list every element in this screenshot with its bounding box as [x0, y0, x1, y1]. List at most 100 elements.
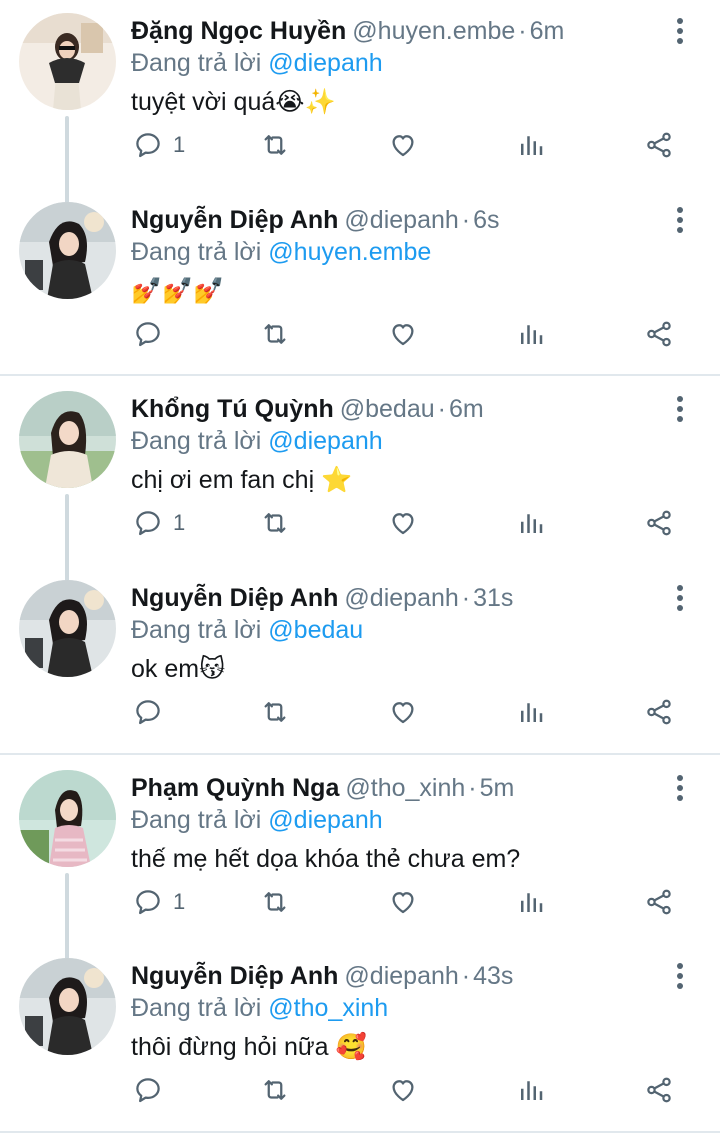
reply-button[interactable]: 1 — [133, 500, 185, 546]
more-options-icon[interactable] — [668, 392, 692, 426]
tweet[interactable]: Đặng Ngọc Huyền @huyen.embe · 6m Đang trả l… — [0, 0, 720, 204]
more-options-icon[interactable] — [668, 771, 692, 805]
tweet[interactable]: Phạm Quỳnh Nga @tho_xinh · 5m Đang trả lời … — [0, 757, 720, 961]
author-handle[interactable]: @diepanh — [344, 962, 458, 990]
retweet-button[interactable] — [260, 1067, 290, 1113]
tweet[interactable]: Nguyễn Diệp Anh @diepanh · 43s Đang trả lời… — [0, 945, 720, 1134]
separator-dot: · — [437, 395, 446, 423]
author-handle[interactable]: @diepanh — [344, 584, 458, 612]
tweet-time[interactable]: 6m — [530, 17, 565, 45]
author-handle[interactable]: @tho_xinh — [345, 774, 465, 802]
share-button[interactable] — [644, 500, 674, 546]
more-options-icon[interactable] — [668, 959, 692, 993]
like-button[interactable] — [388, 500, 418, 546]
share-button[interactable] — [644, 689, 674, 735]
like-button[interactable] — [388, 122, 418, 168]
thread-divider — [0, 1131, 720, 1133]
reply-mention[interactable]: @huyen.embe — [268, 238, 431, 266]
tweet-text-content: chị ơi em fan chị — [131, 466, 322, 494]
author-name[interactable]: Khổng Tú Quỳnh — [131, 395, 334, 423]
author-name[interactable]: Nguyễn Diệp Anh — [131, 962, 338, 990]
thread-divider — [0, 753, 720, 755]
author-handle[interactable]: @huyen.embe — [352, 17, 515, 45]
retweet-button[interactable] — [260, 500, 290, 546]
retweet-icon — [264, 513, 286, 533]
analytics-button[interactable] — [516, 879, 546, 925]
tweet-time[interactable]: 31s — [473, 584, 513, 612]
separator-dot: · — [461, 206, 471, 234]
author-handle[interactable]: @bedau — [340, 395, 435, 423]
author-name[interactable]: Nguyễn Diệp Anh — [131, 206, 338, 234]
avatar[interactable] — [19, 958, 116, 1055]
tweet[interactable]: Khổng Tú Quỳnh @bedau · 6m Đang trả lời @di… — [0, 378, 720, 582]
share-icon — [647, 321, 671, 347]
reply-button[interactable] — [133, 689, 173, 735]
retweet-icon — [264, 324, 286, 344]
reply-prefix: Đang trả lời — [131, 806, 262, 834]
share-button[interactable] — [644, 122, 674, 168]
share-button[interactable] — [644, 879, 674, 925]
analytics-button[interactable] — [516, 689, 546, 735]
tweet-header: Nguyễn Diệp Anh @diepanh · 43s — [131, 960, 513, 992]
reply-count: 1 — [173, 889, 186, 914]
reply-button[interactable]: 1 — [133, 879, 185, 925]
analytics-icon — [521, 893, 543, 912]
tweet-actions — [0, 311, 720, 357]
reply-button[interactable] — [133, 1067, 173, 1113]
author-name[interactable]: Đặng Ngọc Huyền — [131, 17, 346, 45]
retweet-icon — [264, 135, 286, 155]
analytics-icon — [521, 325, 543, 344]
analytics-button[interactable] — [516, 1067, 546, 1113]
reply-prefix: Đang trả lời — [131, 49, 262, 77]
like-button[interactable] — [388, 1067, 418, 1113]
more-options-icon[interactable] — [668, 203, 692, 237]
share-button[interactable] — [644, 1067, 674, 1113]
like-button[interactable] — [388, 311, 418, 357]
replying-to: Đang trả lời @tho_xinh — [131, 992, 388, 1024]
tweet-emoji: 💅💅💅 — [131, 276, 225, 305]
tweet[interactable]: Nguyễn Diệp Anh @diepanh · 6s Đang trả lời … — [0, 189, 720, 378]
reply-button[interactable]: 1 — [133, 122, 185, 168]
tweet-time[interactable]: 5m — [480, 774, 515, 802]
tweet-time[interactable]: 43s — [473, 962, 513, 990]
reply-mention[interactable]: @diepanh — [268, 49, 382, 77]
reply-mention[interactable]: @bedau — [268, 616, 363, 644]
avatar[interactable] — [19, 202, 116, 299]
reply-prefix: Đang trả lời — [131, 238, 262, 266]
retweet-button[interactable] — [260, 122, 290, 168]
more-options-icon[interactable] — [668, 14, 692, 48]
heart-icon — [392, 324, 414, 346]
reply-button[interactable] — [133, 311, 173, 357]
tweet-emoji: ⭐ — [321, 465, 353, 494]
analytics-button[interactable] — [516, 311, 546, 357]
tweet-time[interactable]: 6s — [473, 206, 499, 234]
retweet-button[interactable] — [260, 689, 290, 735]
author-name[interactable]: Phạm Quỳnh Nga — [131, 774, 339, 802]
tweet-header: Nguyễn Diệp Anh @diepanh · 31s — [131, 582, 513, 614]
analytics-button[interactable] — [516, 122, 546, 168]
reply-prefix: Đang trả lời — [131, 616, 262, 644]
like-button[interactable] — [388, 689, 418, 735]
tweet-header: Phạm Quỳnh Nga @tho_xinh · 5m — [131, 772, 514, 804]
tweet-actions — [0, 1067, 720, 1113]
reply-mention[interactable]: @diepanh — [268, 427, 382, 455]
avatar[interactable] — [19, 13, 116, 110]
like-button[interactable] — [388, 879, 418, 925]
more-options-icon[interactable] — [668, 581, 692, 615]
analytics-button[interactable] — [516, 500, 546, 546]
retweet-button[interactable] — [260, 879, 290, 925]
reply-mention[interactable]: @tho_xinh — [268, 994, 388, 1022]
share-button[interactable] — [644, 311, 674, 357]
replying-to: Đang trả lời @huyen.embe — [131, 236, 431, 268]
avatar[interactable] — [19, 391, 116, 488]
reply-mention[interactable]: @diepanh — [268, 806, 382, 834]
reply-icon — [136, 133, 160, 158]
tweet-time[interactable]: 6m — [449, 395, 484, 423]
retweet-button[interactable] — [260, 311, 290, 357]
author-handle[interactable]: @diepanh — [344, 206, 458, 234]
avatar[interactable] — [19, 770, 116, 867]
avatar[interactable] — [19, 580, 116, 677]
tweet[interactable]: Nguyễn Diệp Anh @diepanh · 31s Đang trả lời… — [0, 567, 720, 756]
retweet-icon — [264, 702, 286, 722]
author-name[interactable]: Nguyễn Diệp Anh — [131, 584, 338, 612]
